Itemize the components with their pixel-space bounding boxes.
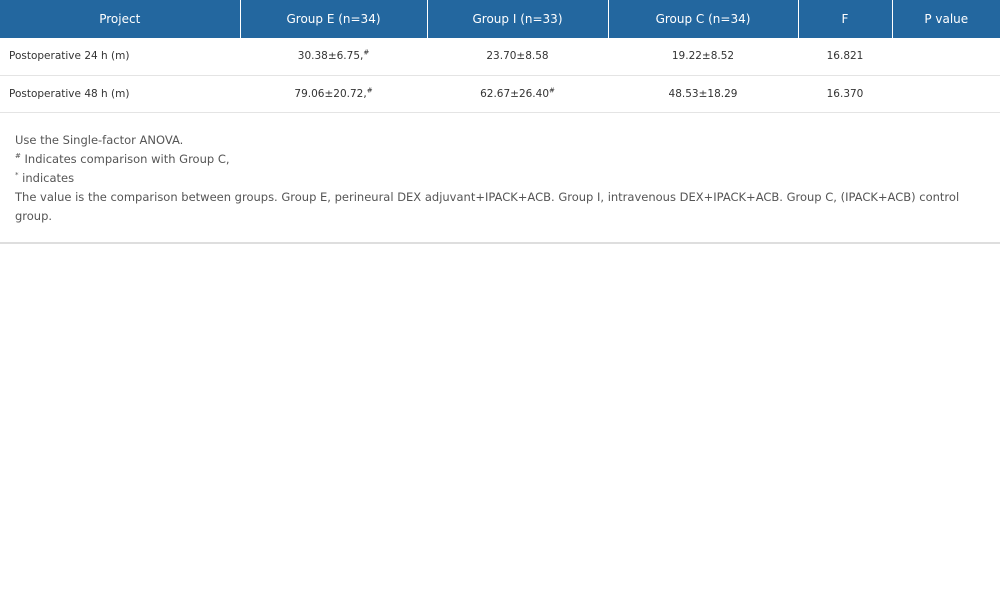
cell-group-i: 23.70±8.58 (427, 38, 608, 76)
row-label: Postoperative 24 h (m) (0, 38, 240, 76)
table-header-row: Project Group E (n=34) Group I (n=33) Gr… (0, 0, 1000, 38)
cell-value: 79.06±20.72, (294, 87, 367, 100)
cell-f: 16.821 (798, 38, 892, 76)
cell-group-c: 19.22±8.52 (608, 38, 798, 76)
cell-p-value (892, 75, 1000, 113)
header-group-i: Group I (n=33) (427, 0, 609, 38)
cell-group-e: 30.38±6.75,# (240, 38, 427, 76)
results-table: Project Group E (n=34) Group I (n=33) Gr… (0, 0, 1000, 113)
cell-group-c: 48.53±18.29 (608, 75, 798, 113)
significance-mark: # (363, 48, 370, 57)
footnote-hash-text: Indicates comparison with Group C, (20, 151, 230, 166)
cell-group-e: 79.06±20.72,# (240, 75, 427, 113)
cell-group-i: 62.67±26.40# (427, 75, 608, 113)
table-row: Postoperative 24 h (m) 30.38±6.75,# 23.7… (0, 38, 1000, 76)
header-group-c: Group C (n=34) (608, 0, 799, 38)
cell-value: 23.70±8.58 (486, 50, 549, 63)
table-footnotes: Use the Single-factor ANOVA. # Indicates… (0, 113, 1000, 244)
header-project: Project (0, 0, 241, 38)
footnote-asterisk-text: indicates (18, 170, 75, 185)
cell-p-value (892, 38, 1000, 76)
header-p-value: P value (892, 0, 1000, 38)
footnote-anova: Use the Single-factor ANOVA. (15, 132, 184, 147)
cell-value: 30.38±6.75, (297, 50, 364, 63)
cell-f: 16.370 (798, 75, 892, 113)
significance-mark: # (366, 86, 373, 94)
footnote-groups: The value is the comparison between grou… (15, 189, 960, 223)
header-group-e: Group E (n=34) (240, 0, 428, 38)
header-f: F (798, 0, 893, 38)
footnote-hash: # Indicates comparison with Group C, (15, 150, 985, 169)
table-row: Postoperative 48 h (m) 79.06±20.72,# 62.… (0, 75, 1000, 113)
footnote-asterisk: * indicates (15, 169, 985, 188)
row-label: Postoperative 48 h (m) (0, 75, 240, 113)
results-table-container: Project Group E (n=34) Group I (n=33) Gr… (0, 0, 1000, 244)
significance-mark: # (549, 86, 555, 94)
cell-value: 62.67±26.40 (480, 87, 550, 100)
